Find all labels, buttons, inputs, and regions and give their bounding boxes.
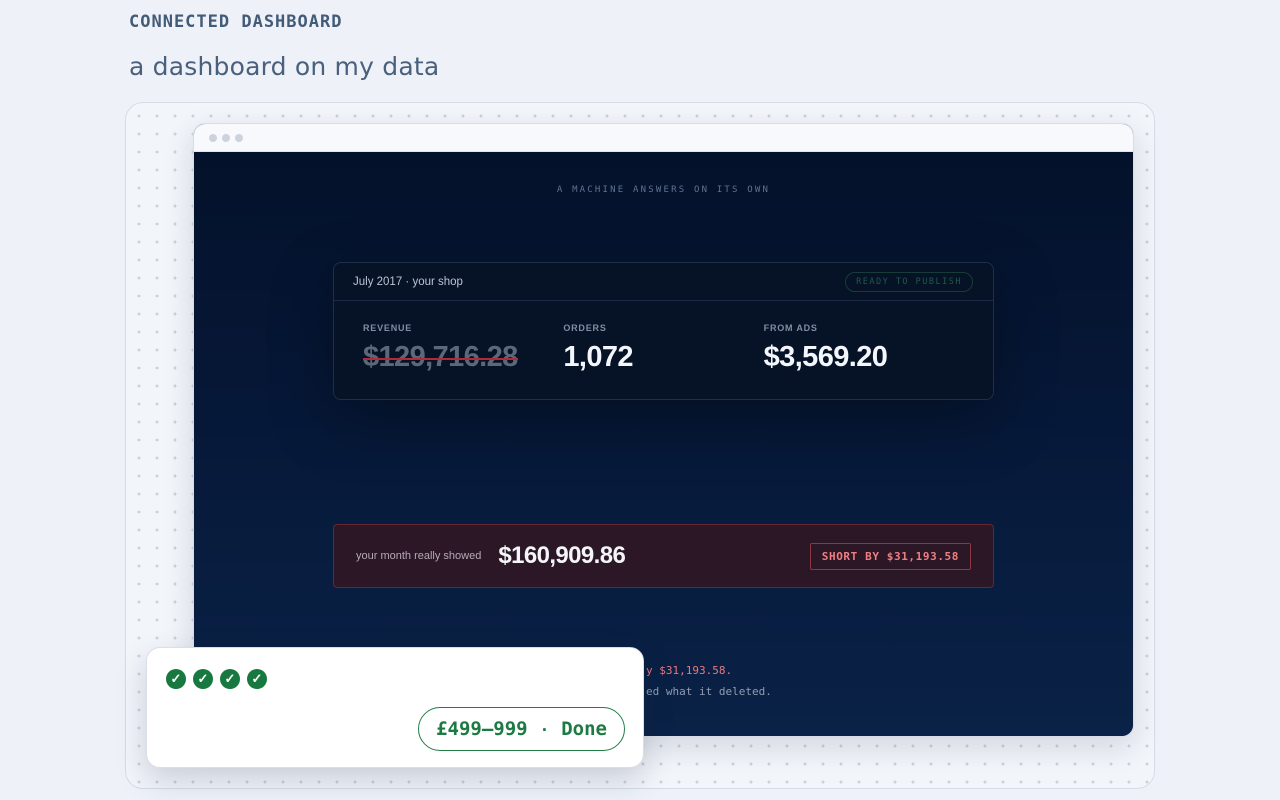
strikethrough-line xyxy=(363,358,518,361)
status-badge: READY TO PUBLISH xyxy=(845,271,973,292)
check-icon: ✓ xyxy=(166,669,186,689)
footnote-text: y $31,193.58. ed what it deleted. xyxy=(646,660,772,702)
shortfall-label: your month really showed xyxy=(356,550,482,562)
metric-value: 1,072 xyxy=(563,341,633,373)
eyebrow-title: CONNECTED DASHBOARD xyxy=(129,12,343,32)
pill-separator: · xyxy=(539,719,550,739)
check-row: ✓ ✓ ✓ ✓ xyxy=(166,669,267,689)
window-dot-icon xyxy=(222,133,230,142)
metric-label: ORDERS xyxy=(563,323,607,333)
metrics-row: REVENUE $129,716.28 ORDERS 1,072 FROM AD… xyxy=(334,301,993,374)
metric-label: FROM ADS xyxy=(763,323,818,333)
footnote-line-1: y $31,193.58. xyxy=(646,664,733,677)
result-popup: ✓ ✓ ✓ ✓ £499–999 · Done xyxy=(146,647,644,768)
price-range: £499–999 xyxy=(436,718,528,740)
check-icon: ✓ xyxy=(247,669,267,689)
metric-revenue: REVENUE $129,716.28 xyxy=(363,323,563,374)
shortfall-banner: your month really showed $160,909.86 SHO… xyxy=(333,524,994,588)
window-dot-icon xyxy=(209,133,217,142)
summary-card: July 2017 · your shop READY TO PUBLISH R… xyxy=(333,262,994,400)
metric-value-struck: $129,716.28 xyxy=(363,341,518,374)
metric-value-text: $129,716.28 xyxy=(363,341,518,373)
screen-kicker: A MACHINE ANSWERS ON ITS OWN xyxy=(556,185,771,195)
window-titlebar xyxy=(194,124,1133,152)
metric-orders: ORDERS 1,072 xyxy=(563,323,763,374)
window-dot-icon xyxy=(235,133,243,142)
done-label: Done xyxy=(561,718,607,740)
browser-window: A MACHINE ANSWERS ON ITS OWN July 2017 ·… xyxy=(193,123,1134,737)
footnote-line-2: ed what it deleted. xyxy=(646,685,772,698)
check-icon: ✓ xyxy=(193,669,213,689)
price-done-pill[interactable]: £499–999 · Done xyxy=(418,707,625,751)
metric-label: REVENUE xyxy=(363,323,413,333)
shortfall-value: $160,909.86 xyxy=(498,542,626,569)
metric-value: $3,569.20 xyxy=(763,341,888,373)
shortfall-badge: SHORT BY $31,193.58 xyxy=(809,542,971,570)
card-title: July 2017 · your shop xyxy=(353,275,463,288)
card-header: July 2017 · your shop READY TO PUBLISH xyxy=(334,263,993,301)
metric-from-ads: FROM ADS $3,569.20 xyxy=(764,323,964,374)
page-headline: a dashboard on my data xyxy=(129,52,440,81)
check-icon: ✓ xyxy=(220,669,240,689)
